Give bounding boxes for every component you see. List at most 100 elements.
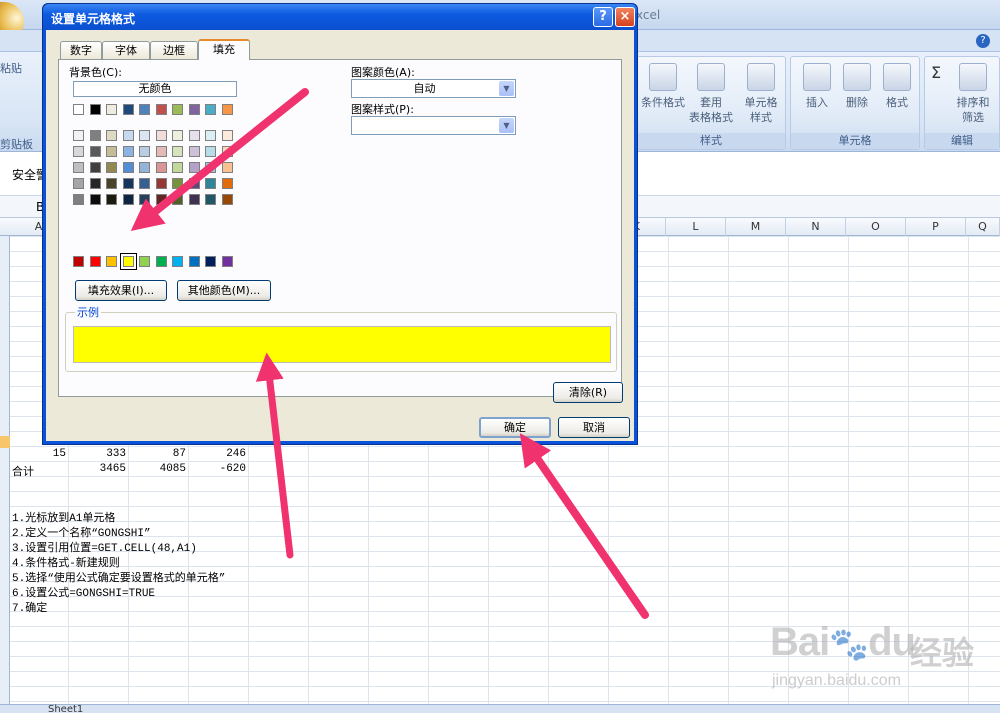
sheet-tab-sheet1[interactable]: Sheet1	[48, 704, 83, 715]
color-swatch[interactable]	[172, 162, 183, 173]
cell-d15[interactable]: 246	[190, 448, 246, 460]
total-c-cell[interactable]: 4085	[130, 463, 186, 475]
color-swatch[interactable]	[122, 194, 134, 205]
color-swatch[interactable]	[139, 146, 150, 157]
dialog-help-button[interactable]: ?	[593, 7, 613, 27]
color-swatch[interactable]	[122, 104, 134, 115]
note-cell[interactable]: 4.条件格式-新建规则	[12, 554, 120, 570]
column-header-o[interactable]: O	[846, 218, 906, 236]
tab-border[interactable]: 边框	[150, 41, 198, 59]
column-header-m[interactable]: M	[726, 218, 786, 236]
total-d-cell[interactable]: -620	[190, 463, 246, 475]
pattern-style-select[interactable]: ▼	[351, 116, 516, 135]
color-swatch[interactable]	[221, 104, 233, 115]
color-swatch[interactable]	[188, 256, 200, 267]
cell-a15[interactable]: 15	[10, 448, 66, 460]
color-swatch[interactable]	[139, 162, 150, 173]
format-button[interactable]: 格式	[873, 61, 921, 133]
color-swatch[interactable]	[106, 178, 117, 189]
table-format-button[interactable]: 套用 表格格式	[687, 61, 735, 133]
fill-effect-button[interactable]: 填充效果(I)...	[75, 280, 167, 301]
color-swatch[interactable]	[73, 130, 84, 141]
color-swatch[interactable]	[73, 178, 84, 189]
column-header-l[interactable]: L	[666, 218, 726, 236]
color-swatch[interactable]	[205, 146, 216, 157]
color-swatch[interactable]	[188, 162, 200, 173]
paste-button[interactable]: 粘贴	[0, 60, 22, 120]
color-swatch[interactable]	[205, 256, 216, 267]
color-swatch[interactable]	[106, 130, 117, 141]
color-swatch[interactable]	[106, 194, 117, 205]
color-swatch[interactable]	[73, 104, 84, 115]
no-color-button[interactable]: 无颜色	[73, 81, 237, 97]
color-swatch[interactable]	[89, 146, 101, 157]
chevron-down-icon[interactable]: ▼	[499, 118, 514, 133]
color-swatch[interactable]	[188, 130, 200, 141]
color-swatch[interactable]	[122, 162, 134, 173]
sort-filter-button[interactable]: 排序和 筛选	[949, 61, 997, 133]
color-swatch[interactable]	[139, 178, 150, 189]
total-label-cell[interactable]: 合计	[12, 463, 34, 479]
conditional-format-button[interactable]: 条件格式	[639, 61, 687, 133]
note-cell[interactable]: 6.设置公式=GONGSHI=TRUE	[12, 584, 155, 600]
dialog-title-bar[interactable]: 设置单元格格式 ? ×	[43, 4, 637, 30]
color-swatch[interactable]	[106, 162, 117, 173]
tab-font[interactable]: 字体	[102, 41, 150, 59]
color-swatch[interactable]	[172, 178, 183, 189]
color-swatch[interactable]	[73, 194, 84, 205]
note-cell[interactable]: 5.选择“使用公式确定要设置格式的单元格”	[12, 569, 225, 585]
color-swatch[interactable]	[188, 146, 200, 157]
color-swatch[interactable]	[73, 256, 84, 267]
note-cell[interactable]: 1.光标放到A1单元格	[12, 509, 115, 525]
color-swatch[interactable]	[73, 146, 84, 157]
color-swatch[interactable]	[188, 104, 200, 115]
color-swatch[interactable]	[221, 194, 233, 205]
autosum-icon[interactable]: Σ	[931, 63, 941, 82]
color-swatch[interactable]	[139, 104, 150, 115]
color-swatch[interactable]	[89, 256, 101, 267]
color-swatch[interactable]	[106, 104, 117, 115]
color-swatch[interactable]	[106, 256, 117, 267]
color-swatch[interactable]	[122, 178, 134, 189]
column-header-p[interactable]: P	[906, 218, 966, 236]
color-swatch[interactable]	[172, 130, 183, 141]
color-swatch[interactable]	[172, 256, 183, 267]
color-swatch[interactable]	[106, 146, 117, 157]
color-swatch[interactable]	[155, 130, 167, 141]
color-swatch[interactable]	[188, 178, 200, 189]
note-cell[interactable]: 3.设置引用位置=GET.CELL(48,A1)	[12, 539, 197, 555]
more-colors-button[interactable]: 其他颜色(M)...	[177, 280, 271, 301]
pattern-color-select[interactable]: 自动 ▼	[351, 79, 516, 98]
color-swatch[interactable]	[122, 256, 134, 267]
color-swatch[interactable]	[221, 130, 233, 141]
color-swatch[interactable]	[205, 104, 216, 115]
cancel-button[interactable]: 取消	[558, 417, 630, 438]
color-swatch[interactable]	[205, 130, 216, 141]
color-swatch[interactable]	[73, 162, 84, 173]
color-swatch[interactable]	[139, 256, 150, 267]
color-swatch[interactable]	[122, 146, 134, 157]
color-swatch[interactable]	[155, 194, 167, 205]
color-swatch[interactable]	[155, 104, 167, 115]
column-header-n[interactable]: N	[786, 218, 846, 236]
color-swatch[interactable]	[89, 162, 101, 173]
cell-c15[interactable]: 87	[130, 448, 186, 460]
note-cell[interactable]: 7.确定	[12, 599, 47, 615]
color-swatch[interactable]	[89, 178, 101, 189]
cell-b15[interactable]: 333	[70, 448, 126, 460]
color-swatch[interactable]	[205, 194, 216, 205]
color-swatch[interactable]	[221, 146, 233, 157]
color-swatch[interactable]	[205, 162, 216, 173]
color-swatch[interactable]	[89, 130, 101, 141]
dialog-close-button[interactable]: ×	[615, 7, 635, 27]
color-swatch[interactable]	[172, 194, 183, 205]
color-swatch[interactable]	[221, 256, 233, 267]
tab-fill[interactable]: 填充	[198, 39, 250, 60]
color-swatch[interactable]	[89, 194, 101, 205]
color-swatch[interactable]	[155, 162, 167, 173]
chevron-down-icon[interactable]: ▼	[499, 81, 514, 96]
tab-number[interactable]: 数字	[60, 41, 102, 59]
color-swatch[interactable]	[89, 104, 101, 115]
column-header-q[interactable]: Q	[966, 218, 1000, 236]
cell-style-button[interactable]: 单元格 样式	[737, 61, 785, 133]
